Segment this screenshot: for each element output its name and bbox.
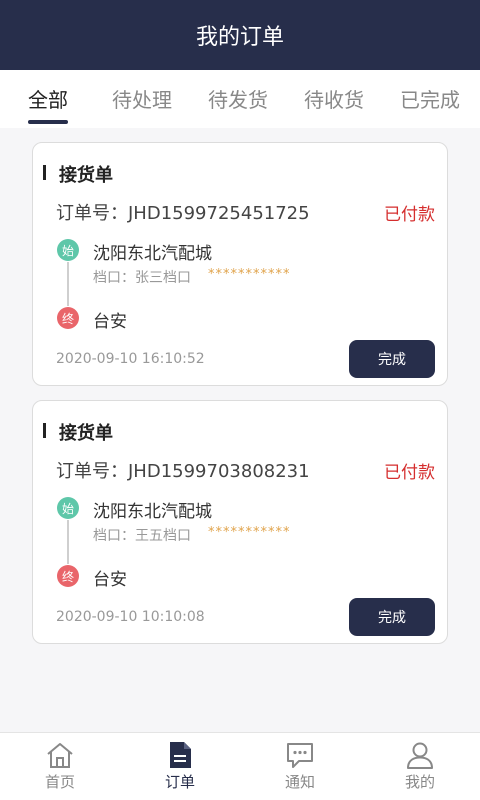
tab-to-receive[interactable]: 待收货 bbox=[304, 84, 364, 113]
stall-phone: *********** bbox=[208, 267, 291, 282]
order-number: 订单号：JHD1599725451725 bbox=[56, 203, 310, 224]
order-tabs: 全部 待处理 待发货 待收货 已完成 bbox=[0, 70, 480, 128]
stall-phone: *********** bbox=[208, 525, 291, 540]
title-accent-bar bbox=[43, 165, 46, 180]
destination-location: 台安 bbox=[93, 570, 127, 590]
origin-location: 沈阳东北汽配城 bbox=[93, 502, 212, 522]
bottom-nav: 首页 订单 通知 我的 bbox=[0, 732, 480, 800]
page-title: 我的订单 bbox=[195, 25, 284, 50]
status-badge: 已付款 bbox=[384, 463, 435, 483]
user-icon bbox=[407, 742, 433, 769]
complete-button[interactable]: 完成 bbox=[349, 340, 435, 378]
nav-notifications[interactable]: 通知 bbox=[240, 733, 360, 800]
tab-all[interactable]: 全部 bbox=[28, 84, 68, 113]
start-marker-icon: 始 bbox=[57, 239, 79, 261]
nav-home-label: 首页 bbox=[44, 773, 75, 791]
order-type-title: 接货单 bbox=[59, 165, 113, 186]
complete-button[interactable]: 完成 bbox=[349, 598, 435, 636]
end-marker-icon: 终 bbox=[57, 565, 79, 587]
order-card[interactable]: 接货单 订单号：JHD1599725451725 已付款 始 终 沈阳东北汽配城… bbox=[32, 142, 448, 386]
chat-icon bbox=[287, 743, 313, 768]
status-badge: 已付款 bbox=[384, 205, 435, 225]
title-accent-bar bbox=[43, 423, 46, 438]
route-line bbox=[67, 520, 69, 564]
nav-profile[interactable]: 我的 bbox=[360, 733, 480, 800]
order-type-title: 接货单 bbox=[59, 423, 113, 444]
tab-pending[interactable]: 待处理 bbox=[112, 84, 172, 113]
stall-name: 档口：张三档口 bbox=[93, 270, 191, 286]
nav-home[interactable]: 首页 bbox=[0, 733, 120, 800]
end-marker-icon: 终 bbox=[57, 307, 79, 329]
nav-orders[interactable]: 订单 bbox=[120, 733, 240, 800]
nav-notifications-label: 通知 bbox=[284, 773, 315, 791]
order-card[interactable]: 接货单 订单号：JHD1599703808231 已付款 始 终 沈阳东北汽配城… bbox=[32, 400, 448, 644]
order-time: 2020-09-10 10:10:08 bbox=[56, 609, 205, 625]
nav-profile-label: 我的 bbox=[404, 773, 435, 791]
order-icon bbox=[170, 742, 191, 768]
destination-location: 台安 bbox=[93, 312, 127, 332]
start-marker-icon: 始 bbox=[57, 497, 79, 519]
order-number: 订单号：JHD1599703808231 bbox=[56, 461, 310, 482]
tab-completed[interactable]: 已完成 bbox=[400, 84, 460, 113]
nav-orders-label: 订单 bbox=[164, 773, 195, 791]
order-time: 2020-09-10 16:10:52 bbox=[56, 351, 205, 367]
stall-name: 档口：王五档口 bbox=[93, 528, 191, 544]
top-bar: 我的订单 bbox=[0, 0, 480, 70]
origin-location: 沈阳东北汽配城 bbox=[93, 244, 212, 264]
route-line bbox=[67, 262, 69, 306]
home-icon bbox=[47, 743, 73, 768]
tab-to-ship[interactable]: 待发货 bbox=[208, 84, 268, 113]
active-tab-indicator bbox=[28, 120, 68, 124]
